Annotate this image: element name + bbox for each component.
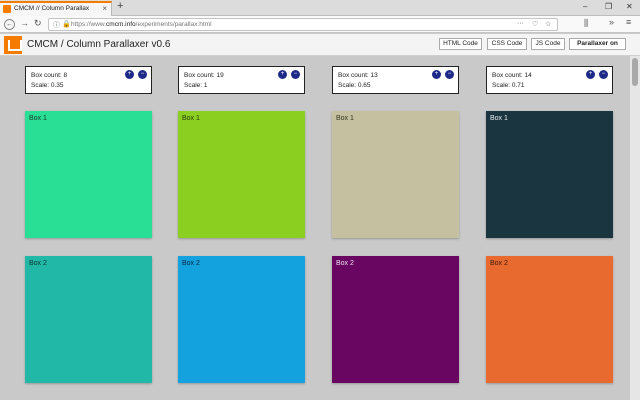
url-domain: cmcm.info <box>106 21 136 28</box>
page-scrollbar[interactable] <box>630 56 640 400</box>
pocket-icon[interactable]: ♡ <box>532 20 538 28</box>
column-1-box-2: Box 2 <box>25 256 152 383</box>
remove-box-button[interactable]: − <box>445 70 454 79</box>
url-prefix: https://www. <box>71 21 107 28</box>
column-3-box-1: Box 1 <box>332 111 459 238</box>
add-box-button[interactable]: + <box>432 70 441 79</box>
maximize-button[interactable]: ❐ <box>605 2 612 11</box>
css-code-button[interactable]: CSS Code <box>487 38 527 50</box>
box-label: Box 1 <box>490 115 508 122</box>
column-2-panel: Box count: 19 Scale: 1 + − <box>178 66 305 94</box>
add-box-button[interactable]: + <box>586 70 595 79</box>
js-code-button[interactable]: JS Code <box>531 38 565 50</box>
column-2-box-1: Box 1 <box>178 111 305 238</box>
browser-nav-bar: ← → ↻ ⓘ 🔒 https://www.cmcm.info/experime… <box>0 16 640 33</box>
box-label: Box 1 <box>336 115 354 122</box>
box-label: Box 2 <box>336 260 354 267</box>
column-1-box-1: Box 1 <box>25 111 152 238</box>
column-4-panel: Box count: 14 Scale: 0.71 + − <box>486 66 613 94</box>
close-window-button[interactable]: ✕ <box>626 2 633 11</box>
reload-icon[interactable]: ↻ <box>34 18 42 29</box>
site-info-icon[interactable]: ⓘ <box>53 20 60 30</box>
browser-tab[interactable]: CMCM // Column Parallax × <box>0 1 112 16</box>
scale-text: Scale: 0.35 <box>31 82 64 89</box>
column-3-panel: Box count: 13 Scale: 0.65 + − <box>332 66 459 94</box>
scale-text: Scale: 1 <box>184 82 208 89</box>
remove-box-button[interactable]: − <box>291 70 300 79</box>
menu-icon[interactable]: ≡ <box>626 17 631 27</box>
box-label: Box 2 <box>29 260 47 267</box>
url-path: /experiments/parallax.html <box>135 21 212 28</box>
parallaxer-toggle-button[interactable]: Parallaxer on <box>569 38 626 50</box>
page-scrollbar-thumb[interactable] <box>632 58 638 86</box>
column-4-box-2: Box 2 <box>486 256 613 383</box>
remove-box-button[interactable]: − <box>599 70 608 79</box>
back-arrow-icon[interactable]: ← <box>4 19 15 30</box>
site-favicon-icon <box>3 5 11 13</box>
page-actions-icon[interactable]: ··· <box>517 20 524 27</box>
browser-tab-strip: CMCM // Column Parallax × + – ❐ ✕ <box>0 0 640 16</box>
scale-text: Scale: 0.65 <box>338 82 371 89</box>
column-3-box-2: Box 2 <box>332 256 459 383</box>
add-box-button[interactable]: + <box>278 70 287 79</box>
library-icon[interactable]: ⫼ <box>584 18 588 29</box>
app-header: CMCM / Column Parallaxer v0.6 HTML Code … <box>0 34 640 56</box>
cmcm-logo-icon <box>4 36 22 54</box>
column-4-box-1: Box 1 <box>486 111 613 238</box>
box-label: Box 1 <box>29 115 47 122</box>
column-1-panel: Box count: 8 Scale: 0.35 + − <box>25 66 152 94</box>
overflow-chevron-icon[interactable]: » <box>609 17 614 27</box>
bookmark-star-icon[interactable]: ☆ <box>545 20 551 28</box>
box-label: Box 1 <box>182 115 200 122</box>
html-code-button[interactable]: HTML Code <box>439 38 482 50</box>
remove-box-button[interactable]: − <box>138 70 147 79</box>
url-bar[interactable]: ⓘ 🔒 https://www.cmcm.info/experiments/pa… <box>48 18 558 31</box>
page-title: CMCM / Column Parallaxer v0.6 <box>27 39 171 50</box>
tab-title: CMCM // Column Parallax <box>14 5 90 12</box>
forward-arrow-icon[interactable]: → <box>20 18 29 28</box>
minimize-button[interactable]: – <box>583 2 587 11</box>
box-label: Box 2 <box>490 260 508 267</box>
lock-icon: 🔒 <box>62 21 71 28</box>
new-tab-button[interactable]: + <box>117 0 123 12</box>
add-box-button[interactable]: + <box>125 70 134 79</box>
scale-text: Scale: 0.71 <box>492 82 525 89</box>
tab-close-icon[interactable]: × <box>102 4 107 13</box>
box-label: Box 2 <box>182 260 200 267</box>
column-2-box-2: Box 2 <box>178 256 305 383</box>
